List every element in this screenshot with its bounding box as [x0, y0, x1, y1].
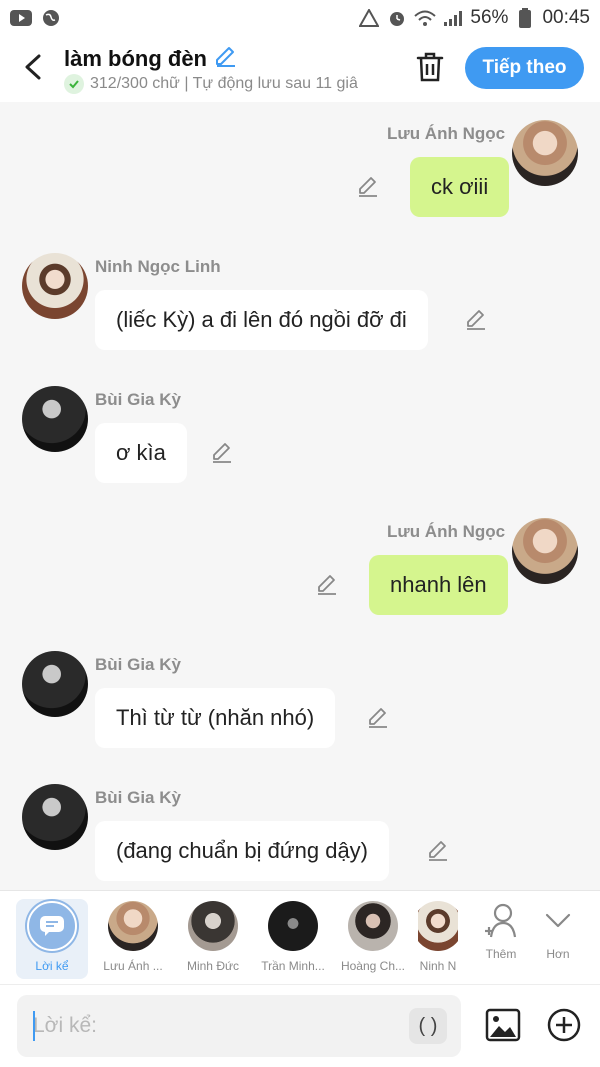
composer: ( ) [0, 984, 600, 1067]
clock: 00:45 [542, 7, 590, 28]
edit-message-icon[interactable] [464, 308, 488, 332]
youtube-icon [10, 9, 32, 27]
trash-icon [416, 52, 444, 82]
narrator-label: Lời kể [35, 959, 69, 973]
delete-button[interactable] [414, 50, 446, 84]
message-bubble[interactable]: (liếc Kỳ) a đi lên đó ngồi đỡ đi [95, 290, 428, 350]
character-tab[interactable]: Lưu Ánh ... [97, 899, 169, 979]
edit-message-icon[interactable] [315, 573, 339, 597]
plus-circle-icon [547, 1008, 581, 1042]
avatar [268, 901, 318, 951]
avatar [108, 901, 158, 951]
add-button[interactable] [546, 1007, 582, 1043]
avatar[interactable] [512, 518, 578, 584]
sender-name: Bùi Gia Kỳ [95, 390, 181, 409]
avatar [418, 901, 458, 951]
edit-title-icon[interactable] [213, 44, 237, 73]
editor-header: làm bóng đèn 312/300 chữ | Tự động lưu s… [0, 36, 600, 102]
character-label: Lưu Ánh ... [103, 959, 163, 973]
signal-icon [442, 9, 464, 27]
sender-name: Lưu Ánh Ngọc [387, 522, 506, 541]
character-tab[interactable]: Hoàng Ch... [337, 899, 409, 979]
globe-icon [40, 9, 62, 27]
message-list: Lưu Ánh Ngọc ck ơiii Ninh Ngọc Linh (liế… [0, 102, 600, 890]
sender-name: Bùi Gia Kỳ [95, 655, 181, 674]
message-bubble[interactable]: ơ kìa [95, 423, 187, 483]
chevron-left-icon [25, 54, 41, 80]
narrator-tab[interactable]: Lời kể [16, 899, 88, 979]
battery-percent: 56% [470, 7, 509, 28]
sender-name: Ninh Ngọc Linh [95, 257, 221, 276]
battery-icon [514, 8, 536, 28]
avatar[interactable] [22, 651, 88, 717]
edit-message-icon[interactable] [356, 175, 380, 199]
message-bubble[interactable]: Thì từ từ (nhăn nhó) [95, 688, 336, 748]
more-label: Hơn [546, 947, 570, 961]
avatar [348, 901, 398, 951]
insert-image-button[interactable] [485, 1007, 521, 1043]
edit-message-icon[interactable] [210, 441, 234, 465]
text-caret [33, 1011, 35, 1041]
more-button[interactable]: Hơn [522, 899, 594, 979]
sender-name: Bùi Gia Kỳ [95, 788, 181, 807]
avatar[interactable] [512, 120, 578, 186]
story-title: làm bóng đèn [64, 45, 207, 71]
avatar[interactable] [22, 386, 88, 452]
character-label: Minh Đức [186, 959, 240, 973]
avatar [188, 901, 238, 951]
character-label: Hoàng Ch... [340, 959, 406, 973]
avatar[interactable] [22, 253, 88, 319]
narration-input[interactable] [33, 1009, 413, 1043]
add-person-icon [485, 903, 517, 938]
word-count-status: 312/300 chữ | Tự động lưu sau 11 giâ [90, 75, 358, 92]
avatar[interactable] [22, 784, 88, 850]
saved-check-icon [64, 74, 84, 94]
character-tab[interactable]: Minh Đức [177, 899, 249, 979]
back-button[interactable] [18, 52, 48, 82]
image-icon [485, 1008, 521, 1042]
narrator-icon [27, 901, 77, 951]
message-bubble[interactable]: (đang chuẩn bị đứng dậy) [95, 821, 390, 881]
character-tab[interactable]: Trần Minh... [257, 899, 329, 979]
status-bar: 56% 00:45 [0, 0, 600, 36]
recycle-icon [358, 9, 380, 27]
next-button[interactable]: Tiếp theo [465, 47, 584, 89]
edit-message-icon[interactable] [426, 839, 450, 863]
character-label: Trần Minh... [261, 959, 325, 973]
character-label: Ninh N [419, 959, 457, 973]
alarm-icon [386, 9, 408, 27]
message-bubble[interactable]: nhanh lên [369, 555, 508, 615]
chevron-down-icon [545, 913, 571, 928]
sender-name: Lưu Ánh Ngọc [387, 124, 506, 143]
wifi-icon [414, 9, 437, 27]
message-bubble[interactable]: ck ơiii [410, 157, 510, 217]
input-container: ( ) [17, 995, 461, 1057]
character-selector: Lời kể Lưu Ánh ... Minh Đức Trần Minh...… [0, 890, 600, 984]
insert-parentheses-button[interactable]: ( ) [409, 1008, 447, 1044]
edit-message-icon[interactable] [366, 706, 390, 730]
character-tab[interactable]: Ninh N [418, 899, 458, 979]
